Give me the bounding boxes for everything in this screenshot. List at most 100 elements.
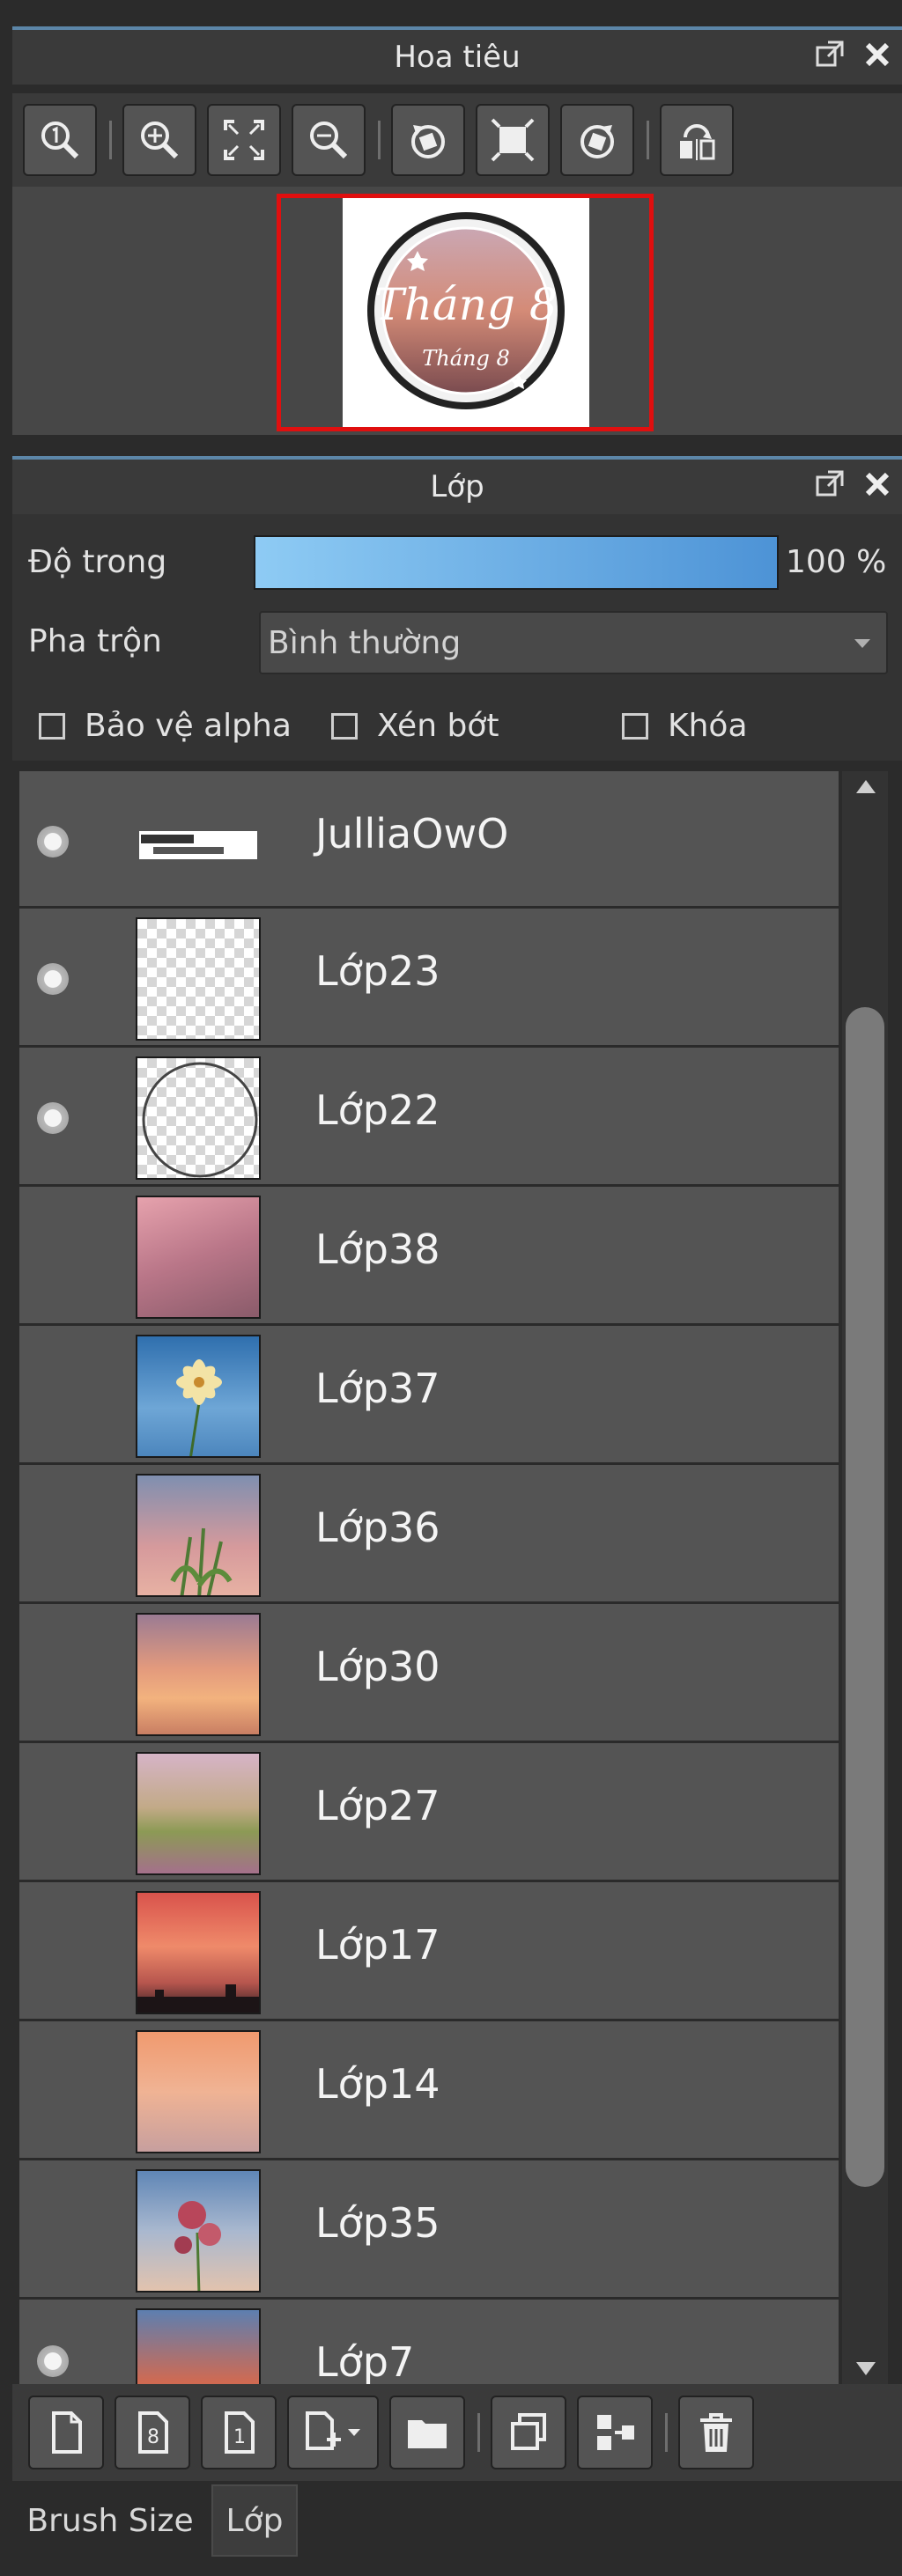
protect-alpha-label: Bảo vệ alpha [85,708,292,744]
zoom-in-icon [141,121,179,159]
duplicate-icon [511,2413,546,2450]
zoom-out-button[interactable] [292,104,366,176]
zoom-in-button[interactable] [122,104,196,176]
city-silhouette-thumbnail [137,1984,259,2013]
actual-size-button[interactable] [23,104,97,176]
flip-horizontal-icon [680,124,715,160]
layer-name: Lớp36 [315,1504,440,1551]
merge-down-button[interactable] [577,2396,653,2469]
fit-canvas-icon [491,118,535,162]
lock-checkbox[interactable]: Khóa [622,708,748,744]
flower-thumbnail [176,1359,222,1456]
tab-layers-label: Lớp [226,2502,284,2539]
folder-icon [408,2420,447,2448]
close-icon[interactable] [861,468,893,500]
layer-name: Lớp38 [315,1225,440,1273]
layers-toolbar: 8 1 [12,2384,902,2481]
toolbar-separator [665,2413,668,2452]
navigator-toolbar [12,93,902,187]
rotate-right-button[interactable] [560,104,634,176]
duplicate-layer-button[interactable] [491,2396,566,2469]
layer-thumbnail [136,1891,261,2014]
blend-label: Pha trộn [28,623,162,659]
layer-thumbnail [136,1196,261,1319]
tab-layers[interactable]: Lớp [211,2484,298,2557]
visibility-toggle[interactable] [37,826,69,857]
navigator-title: Hoa tiêu [394,40,521,75]
text-layer-thumbnail [139,831,257,859]
opacity-label: Độ trong [28,544,167,580]
layer-row[interactable]: Lớp17 [19,1882,839,2021]
flip-horizontal-button[interactable] [660,104,734,176]
canvas-preview: Tháng 8 Tháng 8 [343,198,589,427]
navigator-title-bar: Hoa tiêu [12,26,902,85]
checkbox-box [622,712,648,740]
rotate-left-icon [411,125,445,158]
scroll-down-arrow-icon[interactable] [856,2362,876,2375]
new-layer-button[interactable] [28,2396,104,2469]
popout-icon[interactable] [814,39,846,70]
layer-row[interactable]: Lớp27 [19,1743,839,1882]
layer-8bit-icon: 8 [138,2411,168,2454]
add-layer-menu-button[interactable] [287,2396,379,2469]
fit-window-button[interactable] [207,104,281,176]
tulip-thumbnail [170,1527,233,1595]
rose-thumbnail [174,2201,221,2291]
scroll-up-arrow-icon[interactable] [856,780,876,793]
new-page-icon [52,2411,82,2454]
fit-window-icon [224,120,264,160]
layer-name: Lớp7 [315,2338,415,2384]
delete-layer-button[interactable] [678,2396,754,2469]
tab-brush-size[interactable]: Brush Size [14,2484,206,2557]
svg-text:8: 8 [147,2426,159,2448]
layer-row[interactable]: Lớp38 [19,1187,839,1326]
checkbox-box [331,712,358,740]
layer-row[interactable]: Lớp35 [19,2160,839,2300]
close-icon[interactable] [861,39,893,70]
navigator-viewport[interactable]: Tháng 8 Tháng 8 [12,187,902,435]
new-folder-button[interactable] [389,2396,465,2469]
layer-name: Lớp35 [315,2199,440,2247]
blend-mode-select[interactable]: Bình thường [259,611,888,674]
layer-row[interactable]: Lớp7 [19,2300,839,2384]
layer-row[interactable]: Lớp14 [19,2021,839,2160]
new-1bit-layer-button[interactable]: 1 [201,2396,277,2469]
fit-canvas-button[interactable] [476,104,550,176]
toolbar-separator [477,2413,480,2452]
layer-properties: Độ trong 100 % Pha trộn Bình thường Bảo … [12,514,902,761]
preview-title-text: Tháng 8 [374,279,557,330]
layer-row[interactable]: Lớp36 [19,1465,839,1604]
popout-icon[interactable] [814,468,846,500]
scrollbar-thumb[interactable] [846,1007,884,2187]
visibility-toggle[interactable] [37,963,69,995]
rotate-left-button[interactable] [391,104,465,176]
layer-row[interactable]: Lớp23 [19,909,839,1048]
viewport-frame[interactable]: Tháng 8 Tháng 8 [277,194,654,431]
opacity-slider[interactable] [254,535,779,590]
protect-alpha-checkbox[interactable]: Bảo vệ alpha [39,708,292,744]
layer-name: Lớp14 [315,2060,440,2108]
rotate-right-icon [580,125,614,158]
opacity-value: 100 % [786,544,887,580]
layer-thumbnail [136,1056,261,1180]
layer-row[interactable]: Lớp30 [19,1604,839,1743]
layer-name: Lớp27 [315,1782,440,1829]
visibility-toggle[interactable] [37,2345,69,2377]
layer-row[interactable]: Lớp37 [19,1326,839,1465]
layer-list-scrollbar[interactable] [842,771,888,2384]
layer-thumbnail [136,2308,261,2384]
visibility-toggle[interactable] [37,1102,69,1134]
layers-title-bar: Lớp [12,456,902,514]
layer-name: Lớp22 [315,1086,440,1134]
new-8bit-layer-button[interactable]: 8 [115,2396,190,2469]
layer-row[interactable]: Lớp22 [19,1048,839,1187]
clipping-checkbox[interactable]: Xén bớt [331,708,499,744]
checkbox-box [39,712,65,740]
trash-icon [700,2413,732,2452]
toolbar-separator [109,121,112,159]
layer-row[interactable]: JulliaOwO [19,771,839,909]
layer-list[interactable]: JulliaOwO Lớp23 Lớp22 Lớp38 Lớp37 Lớp36 … [19,771,839,2384]
layer-name: Lớp37 [315,1365,440,1412]
panel-tabs: Brush Size Lớp [0,2481,902,2576]
layer-thumbnail [136,1474,261,1597]
